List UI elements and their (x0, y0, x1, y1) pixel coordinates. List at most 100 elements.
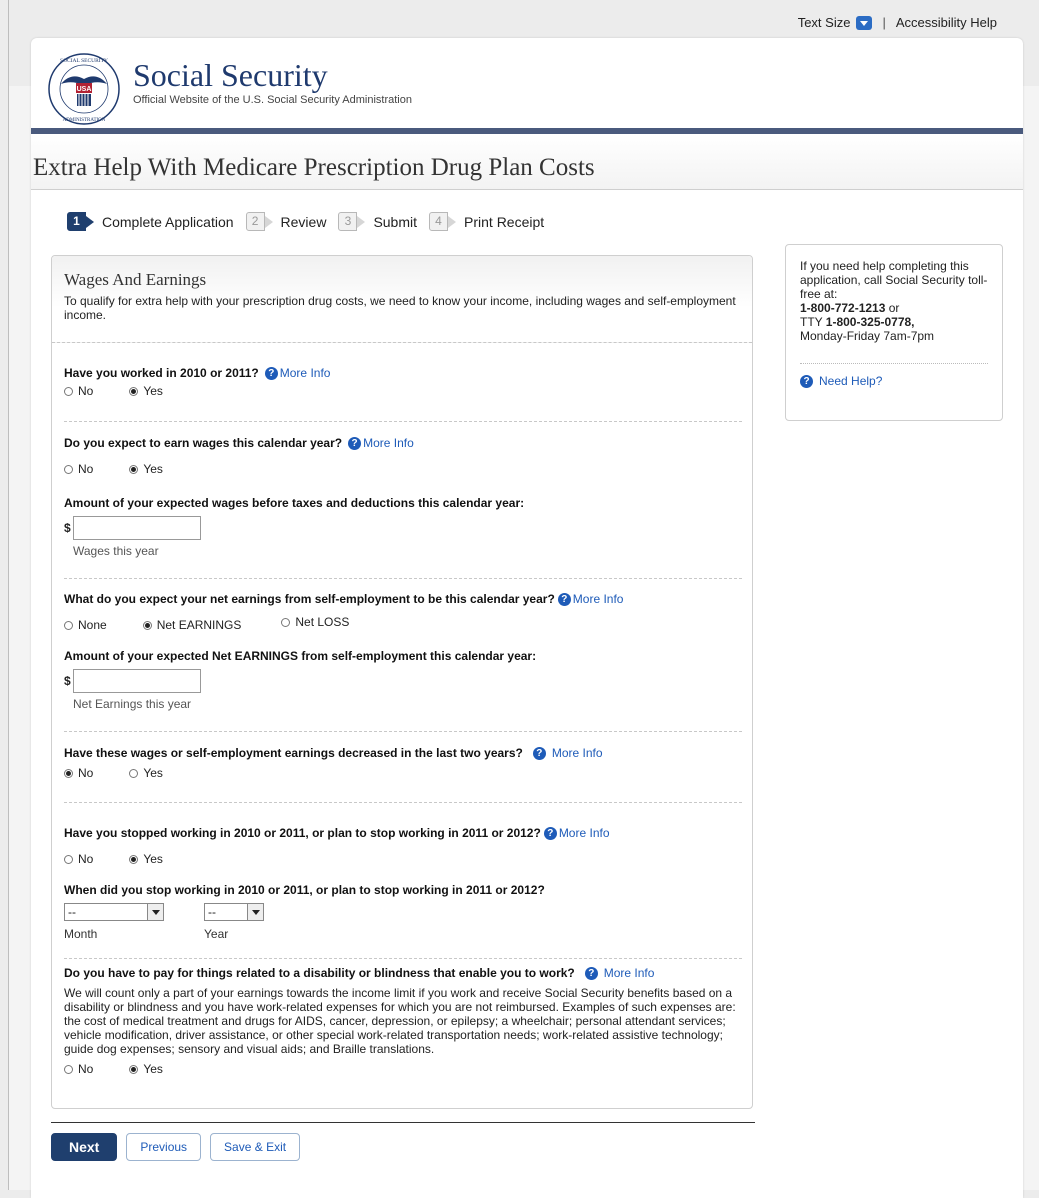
chevron-down-icon[interactable] (247, 904, 263, 920)
text-size-dropdown-icon[interactable] (856, 15, 873, 30)
radio-yes[interactable]: Yes (129, 766, 163, 780)
need-help-label: Need Help? (819, 374, 883, 388)
more-info-label: More Info (603, 966, 655, 980)
question-earnings-decreased: Have these wages or self-employment earn… (64, 746, 742, 780)
radio-label: No (78, 384, 94, 398)
radio-button[interactable] (129, 768, 139, 778)
more-info-link[interactable]: ? More Info (584, 966, 655, 980)
brand: Social Security Official Website of the … (133, 58, 412, 126)
question-circle-icon: ? (264, 366, 278, 380)
radio-button[interactable] (64, 620, 73, 630)
month-select[interactable]: -- (64, 903, 164, 921)
step-2-number: 2 (245, 212, 273, 231)
radio-no[interactable]: No (64, 384, 93, 398)
help-tty-prefix: TTY (800, 315, 826, 329)
radio-button[interactable] (281, 617, 291, 627)
help-phone-line: 1-800-772-1213 or (800, 301, 988, 315)
radio-yes[interactable]: Yes (129, 462, 163, 476)
save-exit-button[interactable]: Save & Exit (210, 1133, 301, 1161)
radio-group: No Yes (64, 852, 742, 866)
year-select[interactable]: -- (204, 903, 264, 921)
help-tty-line: TTY 1-800-325-0778, (800, 315, 988, 329)
question-expect-wages: Do you expect to earn wages this calenda… (64, 436, 742, 476)
radio-yes[interactable]: Yes (129, 1062, 163, 1076)
question-circle-icon: ? (348, 436, 362, 450)
month-select-value: -- (68, 905, 76, 919)
divider (64, 802, 742, 803)
more-info-link[interactable]: ? More Info (348, 436, 414, 450)
more-info-link[interactable]: ? More Info (532, 746, 603, 760)
question-label: Have these wages or self-employment earn… (64, 746, 742, 760)
question-circle-icon: ? (800, 374, 813, 388)
question-disability-expenses: Do you have to pay for things related to… (64, 966, 742, 1076)
chevron-down-icon[interactable] (147, 904, 163, 920)
next-button[interactable]: Next (51, 1133, 118, 1161)
radio-no[interactable]: No (64, 852, 93, 866)
ssa-seal-icon[interactable]: USA SOCIAL SECURITY ADMINISTRATION (47, 52, 121, 126)
radio-no[interactable]: No (64, 462, 93, 476)
accessibility-help-link[interactable]: Accessibility Help (896, 15, 997, 30)
more-info-label: More Info (363, 436, 414, 450)
question-text: When did you stop working in 2010 or 201… (64, 883, 545, 897)
step-3-number: 3 (338, 212, 366, 231)
text-size-label[interactable]: Text Size (798, 15, 851, 30)
more-info-label: More Info (279, 366, 331, 380)
radio-group: No Yes (64, 766, 742, 780)
wages-input[interactable] (72, 516, 201, 540)
radio-button[interactable] (129, 386, 139, 396)
radio-yes[interactable]: Yes (129, 384, 163, 398)
radio-label: Yes (143, 766, 163, 780)
radio-button[interactable] (64, 1064, 73, 1074)
radio-label: Net LOSS (295, 615, 350, 629)
need-help-link[interactable]: ? Need Help? (800, 374, 988, 388)
radio-label: No (78, 1062, 94, 1076)
site-header: USA SOCIAL SECURITY ADMINISTRATION Socia… (47, 52, 412, 126)
seal-text-bottom: ADMINISTRATION (63, 118, 106, 123)
radio-label: Net EARNINGS (156, 618, 242, 632)
divider (64, 421, 742, 422)
radio-button[interactable] (64, 854, 73, 864)
seal-text-top: SOCIAL SECURITY (60, 58, 108, 64)
wages-form-panel: Wages And Earnings To qualify for extra … (51, 255, 753, 1109)
question-text: Have you worked in 2010 or 2011? (64, 366, 259, 380)
disability-description: We will count only a part of your earnin… (64, 986, 736, 1056)
question-text: What do you expect your net earnings fro… (64, 592, 555, 606)
net-earnings-input[interactable] (72, 669, 201, 693)
radio-none[interactable]: None (64, 618, 107, 632)
radio-button[interactable] (64, 768, 73, 778)
radio-no[interactable]: No (64, 766, 93, 780)
radio-label: Yes (143, 384, 163, 398)
radio-no[interactable]: No (64, 1062, 93, 1076)
amount-row: $ (64, 516, 742, 540)
question-net-earnings-amount: Amount of your expected Net EARNINGS fro… (64, 649, 742, 711)
month-field: -- Month (64, 903, 164, 941)
question-text: Amount of your expected Net EARNINGS fro… (64, 649, 537, 663)
radio-button[interactable] (64, 464, 73, 474)
question-text: Amount of your expected wages before tax… (64, 496, 525, 510)
radio-net-loss[interactable]: Net LOSS (281, 612, 349, 632)
radio-button[interactable] (129, 854, 139, 864)
radio-group: No Yes (64, 384, 742, 398)
more-info-link[interactable]: ? More Info (557, 592, 623, 606)
currency-symbol: $ (64, 674, 71, 688)
question-stop-date: When did you stop working in 2010 or 201… (64, 883, 742, 941)
radio-button[interactable] (64, 386, 73, 396)
question-stopped-working: Have you stopped working in 2010 or 2011… (64, 826, 742, 866)
more-info-link[interactable]: ? More Info (264, 366, 331, 380)
previous-button[interactable]: Previous (126, 1133, 202, 1161)
brand-title[interactable]: Social Security (133, 58, 412, 92)
radio-yes[interactable]: Yes (129, 852, 163, 866)
radio-button[interactable] (129, 1064, 139, 1074)
year-field: -- Year (204, 903, 264, 941)
question-circle-icon: ? (557, 592, 571, 606)
radio-group: No Yes (64, 1062, 742, 1076)
question-label: Do you have to pay for things related to… (64, 966, 742, 980)
question-label: What do you expect your net earnings fro… (64, 592, 742, 606)
radio-button[interactable] (142, 620, 152, 630)
radio-button[interactable] (129, 464, 139, 474)
form-actions: Next Previous Save & Exit (51, 1133, 309, 1161)
question-text: Have you stopped working in 2010 or 2011… (64, 826, 541, 840)
radio-net-earnings[interactable]: Net EARNINGS (142, 618, 242, 632)
more-info-link[interactable]: ? More Info (543, 826, 610, 840)
question-text: Do you expect to earn wages this calenda… (64, 436, 343, 450)
